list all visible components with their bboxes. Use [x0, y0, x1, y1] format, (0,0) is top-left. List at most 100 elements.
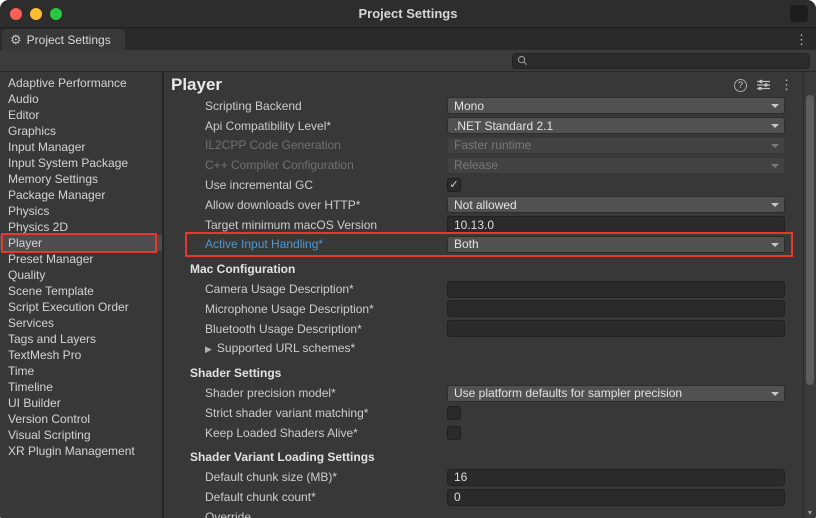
setting-label-text: Mac Configuration	[190, 262, 295, 276]
scrollbar-thumb[interactable]	[806, 95, 814, 385]
textfield-default-chunk-count[interactable]: 0	[447, 489, 785, 506]
sidebar-item-audio[interactable]: Audio	[0, 91, 162, 107]
tab-project-settings[interactable]: ⚙ Project Settings	[2, 29, 125, 50]
sidebar-item-input-manager[interactable]: Input Manager	[0, 139, 162, 155]
search-toolbar	[0, 50, 816, 72]
setting-label-camera-usage-description: Camera Usage Description*	[205, 282, 447, 296]
setting-label-text: Allow downloads over HTTP*	[205, 198, 360, 212]
zoom-window-button[interactable]	[50, 8, 62, 20]
dropdown-arrow-icon	[771, 392, 779, 396]
setting-label-api-compatibility-level: Api Compatibility Level*	[205, 119, 447, 133]
sidebar-item-ui-builder[interactable]: UI Builder	[0, 395, 162, 411]
textfield-default-chunk-size-mb[interactable]: 16	[447, 469, 785, 486]
titlebar: Project Settings	[0, 0, 816, 28]
sidebar-item-timeline[interactable]: Timeline	[0, 379, 162, 395]
sidebar-item-editor[interactable]: Editor	[0, 107, 162, 123]
setting-label-text: Shader precision model*	[205, 386, 336, 400]
sidebar-item-script-execution-order[interactable]: Script Execution Order	[0, 299, 162, 315]
setting-label-text: Bluetooth Usage Description*	[205, 322, 362, 336]
sidebar-item-time[interactable]: Time	[0, 363, 162, 379]
dropdown-api-compatibility-level[interactable]: .NET Standard 2.1	[447, 117, 785, 134]
dropdown-scripting-backend[interactable]: Mono	[447, 97, 785, 114]
sidebar-item-quality[interactable]: Quality	[0, 267, 162, 283]
setting-label-text: Supported URL schemes*	[217, 341, 355, 355]
textfield-value: 0	[454, 490, 461, 504]
settings-category-list: Adaptive PerformanceAudioEditorGraphicsI…	[0, 72, 162, 518]
setting-label-default-chunk-size-mb: Default chunk size (MB)*	[205, 470, 447, 484]
search-icon	[517, 55, 528, 66]
textfield-target-minimum-macos-version[interactable]: 10.13.0	[447, 216, 785, 233]
dropdown-active-input-handling[interactable]: Both	[447, 236, 785, 253]
close-window-button[interactable]	[10, 8, 22, 20]
setting-label-default-chunk-count: Default chunk count*	[205, 490, 447, 504]
settings-panel: Player ? ⋮ Scripting BackendMonoApi Comp…	[164, 72, 803, 518]
sidebar-item-version-control[interactable]: Version Control	[0, 411, 162, 427]
dropdown-value: Mono	[454, 99, 484, 113]
setting-label-text: Camera Usage Description*	[205, 282, 354, 296]
setting-row-active-input-handling: Active Input Handling*Both	[164, 235, 803, 255]
setting-label-text: Default chunk size (MB)*	[205, 470, 337, 484]
checkbox-keep-loaded-shaders-alive[interactable]	[447, 426, 461, 440]
search-field[interactable]	[512, 53, 810, 69]
project-settings-window: Project Settings ⚙ Project Settings ⋮ Ad…	[0, 0, 816, 518]
help-icon[interactable]: ?	[734, 79, 747, 92]
setting-row-default-chunk-count: Default chunk count* 0	[164, 487, 803, 507]
minimize-window-button[interactable]	[30, 8, 42, 20]
tabbar-kebab-menu-icon[interactable]: ⋮	[795, 32, 808, 48]
sidebar-item-physics[interactable]: Physics	[0, 203, 162, 219]
titlebar-extra-button[interactable]	[790, 5, 808, 22]
textfield-camera-usage-description[interactable]	[447, 281, 785, 298]
setting-label-il2cpp-code-generation: IL2CPP Code Generation	[205, 138, 447, 152]
setting-label-c-compiler-configuration: C++ Compiler Configuration	[205, 158, 447, 172]
sidebar-item-player[interactable]: Player	[0, 235, 162, 251]
panel-kebab-menu-icon[interactable]: ⋮	[780, 77, 793, 93]
sidebar-item-scene-template[interactable]: Scene Template	[0, 283, 162, 299]
checkbox-strict-shader-variant-matching[interactable]	[447, 406, 461, 420]
textfield-value: 16	[454, 470, 467, 484]
window-body: Adaptive PerformanceAudioEditorGraphicsI…	[0, 72, 816, 518]
setting-row-camera-usage-description: Camera Usage Description*	[164, 279, 803, 299]
setting-label-text: Target minimum macOS Version	[205, 218, 377, 232]
textfield-bluetooth-usage-description[interactable]	[447, 320, 785, 337]
setting-label-active-input-handling: Active Input Handling*	[205, 237, 447, 251]
sidebar-item-tags-and-layers[interactable]: Tags and Layers	[0, 331, 162, 347]
foldout-arrow-icon[interactable]: ▶	[205, 344, 212, 354]
dropdown-allow-downloads-over-http[interactable]: Not allowed	[447, 196, 785, 213]
dropdown-arrow-icon	[771, 124, 779, 128]
tab-bar: ⚙ Project Settings ⋮	[0, 28, 816, 50]
sidebar-item-preset-manager[interactable]: Preset Manager	[0, 251, 162, 267]
search-input[interactable]	[532, 55, 805, 67]
vertical-scrollbar[interactable]: ▼	[803, 72, 816, 518]
textfield-microphone-usage-description[interactable]	[447, 300, 785, 317]
dropdown-arrow-icon	[771, 203, 779, 207]
setting-row-shader-variant-loading-settings: Shader Variant Loading Settings	[164, 448, 803, 468]
dropdown-value: Release	[454, 158, 498, 172]
sidebar-item-xr-plugin-management[interactable]: XR Plugin Management	[0, 443, 162, 459]
setting-label-supported-url-schemes[interactable]: ▶ Supported URL schemes*	[205, 341, 447, 355]
dropdown-arrow-icon	[771, 243, 779, 247]
setting-label-keep-loaded-shaders-alive: Keep Loaded Shaders Alive*	[205, 426, 447, 440]
checkbox-use-incremental-gc[interactable]: ✓	[447, 178, 461, 192]
sidebar-item-adaptive-performance[interactable]: Adaptive Performance	[0, 75, 162, 91]
setting-row-api-compatibility-level: Api Compatibility Level*.NET Standard 2.…	[164, 116, 803, 136]
setting-row-c-compiler-configuration: C++ Compiler Configuration Release	[164, 155, 803, 175]
setting-row-allow-downloads-over-http: Allow downloads over HTTP* Not allowed	[164, 195, 803, 215]
sidebar-item-textmesh-pro[interactable]: TextMesh Pro	[0, 347, 162, 363]
presets-icon[interactable]	[756, 79, 771, 91]
sidebar-item-package-manager[interactable]: Package Manager	[0, 187, 162, 203]
scroll-down-arrow-icon[interactable]: ▼	[804, 510, 816, 517]
sidebar-item-input-system-package[interactable]: Input System Package	[0, 155, 162, 171]
settings-panel-header: Player ? ⋮	[164, 72, 803, 96]
sidebar-item-graphics[interactable]: Graphics	[0, 123, 162, 139]
dropdown-shader-precision-model[interactable]: Use platform defaults for sampler precis…	[447, 385, 785, 402]
setting-label-strict-shader-variant-matching: Strict shader variant matching*	[205, 406, 447, 420]
sidebar-item-visual-scripting[interactable]: Visual Scripting	[0, 427, 162, 443]
setting-row-shader-precision-model: Shader precision model* Use platform defa…	[164, 383, 803, 403]
setting-label-target-minimum-macos-version: Target minimum macOS Version	[205, 218, 447, 232]
dropdown-value: Faster runtime	[454, 138, 531, 152]
sidebar-item-services[interactable]: Services	[0, 315, 162, 331]
setting-row-bluetooth-usage-description: Bluetooth Usage Description*	[164, 319, 803, 339]
sidebar-item-physics-2d[interactable]: Physics 2D	[0, 219, 162, 235]
sidebar-item-memory-settings[interactable]: Memory Settings	[0, 171, 162, 187]
dropdown-c-compiler-configuration: Release	[447, 157, 785, 174]
